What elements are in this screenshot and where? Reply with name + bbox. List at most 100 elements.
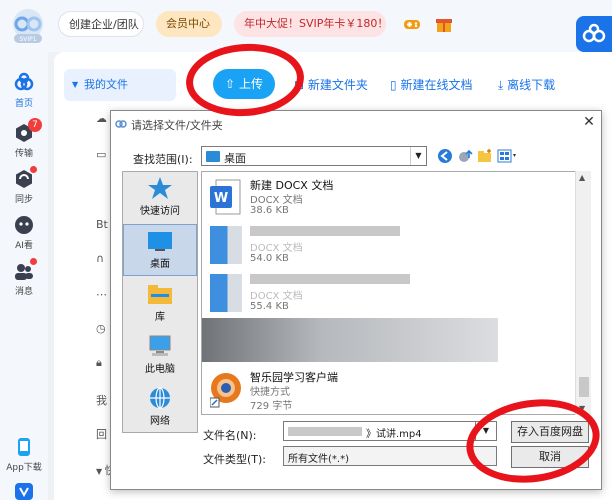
file-size: 38.6 KB [250,205,289,216]
filename-history-dropdown[interactable]: ▼ [475,421,497,441]
sidebar-item-label: 传输 [14,149,33,159]
redacted-file-name [250,274,410,284]
redacted-file-item [202,318,498,362]
file-picker-dialog: 请选择文件/文件夹 ✕ 查找范围(I): 桌面 ▼ 快速访问 桌面 库 此电脑 … [110,110,602,490]
my-files-label: 我的文件 [84,78,128,91]
list-item[interactable]: 智乐园学习客户端 快捷方式 729 字节 [202,366,502,412]
file-size: 729 字节 [250,401,293,412]
network-icon [150,387,170,409]
place-label: 快速访问 [140,206,180,217]
file-list-scrollbar[interactable]: ▲ ▼ [575,171,591,415]
create-team-button[interactable]: 创建企业/团队 [58,11,144,37]
tree-item-recycle[interactable]: 回 [96,426,107,442]
file-type: DOCX 文档 [250,195,303,206]
sidebar-item-sync[interactable]: 同步 [0,164,48,208]
scroll-down-icon[interactable]: ▼ [579,404,585,413]
tree-item-bt[interactable]: Bt [96,218,108,231]
filetype-select[interactable]: 所有文件(*.*) [283,446,497,466]
place-this-pc[interactable]: 此电脑 [123,330,197,382]
download-icon: ⤓ [498,78,504,92]
look-in-label: 查找范围(I): [133,153,193,166]
phone-icon [18,438,30,456]
my-files-tab[interactable]: ▼ 我的文件 [64,69,176,101]
scroll-up-icon[interactable]: ▲ [579,173,585,182]
netdisk-floating-button[interactable] [576,16,612,52]
new-folder-label: 新建文件夹 [307,78,368,92]
filetype-label: 文件类型(T): [203,453,267,466]
star-icon [148,177,172,199]
gift-icon[interactable] [434,14,454,34]
vip-shield-icon[interactable] [14,482,34,500]
doc-icon: ▭ [96,148,107,161]
baidu-netdisk-logo[interactable]: SVIP1 [8,8,48,44]
list-item[interactable]: W 新建 DOCX 文档 DOCX 文档 38.6 KB [202,174,502,220]
close-icon[interactable]: ✕ [581,114,597,130]
sidebar-item-transfer[interactable]: 7 传输 [0,118,48,162]
new-folder-button[interactable]: ⊞ 新建文件夹 [294,76,368,93]
app-shortcut-icon [210,373,241,408]
filename-label: 文件名(N): [203,429,257,442]
filetype-value: 所有文件(*.*) [288,454,349,465]
sidebar-item-ai[interactable]: AI看 [0,210,48,254]
blurred-file-icon [210,274,242,312]
desktop-icon [148,232,172,251]
filename-value: 》试讲.mp4 [366,429,422,440]
file-list: W 新建 DOCX 文档 DOCX 文档 38.6 KB DOCX 文档 54.… [201,171,579,415]
sidebar-item-home[interactable]: 首页 [0,68,48,112]
sidebar-item-label: AI看 [15,241,33,251]
caret-down-icon: ▼ [96,467,105,476]
top-bar: SVIP1 创建企业/团队 会员中心 年中大促！SVIP年卡￥180！ [0,0,612,52]
sidebar-item-app-download[interactable]: App下载 [0,432,48,476]
place-network[interactable]: 网络 [123,382,197,434]
place-library[interactable]: 库 [123,278,197,330]
blurred-file-icon [210,226,242,264]
new-online-doc-button[interactable]: ▯ 新建在线文档 [390,76,472,93]
tree-item-mine[interactable]: 我 [96,392,107,408]
scroll-thumb[interactable] [579,377,589,397]
look-in-value: 桌面 [224,152,246,165]
look-in-select[interactable]: 桌面 ▼ [201,146,427,166]
netdisk-small-icon [115,120,127,128]
home-icon [14,72,34,91]
folder-plus-icon: ⊞ [294,78,305,92]
promo-banner[interactable]: 年中大促！SVIP年卡￥180！ [234,11,388,37]
sync-notification-dot [30,166,37,173]
save-to-netdisk-button[interactable]: 存入百度网盘 [511,421,589,443]
file-size: 54.0 KB [250,253,289,264]
gamepad-icon[interactable] [402,14,422,34]
list-item[interactable]: DOCX 文档 54.0 KB [202,222,502,268]
svip-label: SVIP1 [19,36,36,43]
place-label: 此电脑 [145,364,175,375]
computer-icon [149,335,171,356]
chevron-down-icon: ▼ [482,426,490,435]
up-folder-icon[interactable] [457,148,473,164]
cloud-icon: ☁ [96,112,107,125]
upload-icon: ⇧ [225,77,236,91]
place-quick-access[interactable]: 快速访问 [123,172,197,224]
dialog-title: 请选择文件/文件夹 [131,119,223,132]
clock-icon: ◷ [96,322,106,335]
back-icon[interactable] [437,148,453,164]
file-type: DOCX 文档 [250,243,303,254]
offline-download-button[interactable]: ⤓ 离线下载 [498,76,555,93]
redacted-filename-prefix [288,427,362,436]
sidebar-item-message[interactable]: 消息 [0,256,48,300]
more-icon: ⋯ [96,288,107,301]
vip-center-button[interactable]: 会员中心 [156,11,222,37]
new-online-doc-label: 新建在线文档 [400,78,473,92]
message-notification-dot [30,258,37,265]
sidebar-item-label: App下载 [6,463,42,473]
cancel-button[interactable]: 取消 [511,446,589,468]
lock-icon: 🔒︎ [96,356,102,369]
filename-input[interactable]: 》试讲.mp4 [283,421,495,441]
offline-download-label: 离线下载 [507,78,556,92]
new-folder-icon[interactable] [477,148,493,164]
place-desktop[interactable]: 桌面 [123,224,197,276]
file-type: 快捷方式 [250,387,290,398]
file-size: 55.4 KB [250,301,289,312]
document-icon: ▯ [390,78,397,92]
caret-down-icon: ▼ [72,80,79,89]
upload-button[interactable]: ⇧ 上传 [213,69,275,99]
view-menu-icon[interactable] [497,148,519,164]
list-item[interactable]: DOCX 文档 55.4 KB [202,270,502,316]
